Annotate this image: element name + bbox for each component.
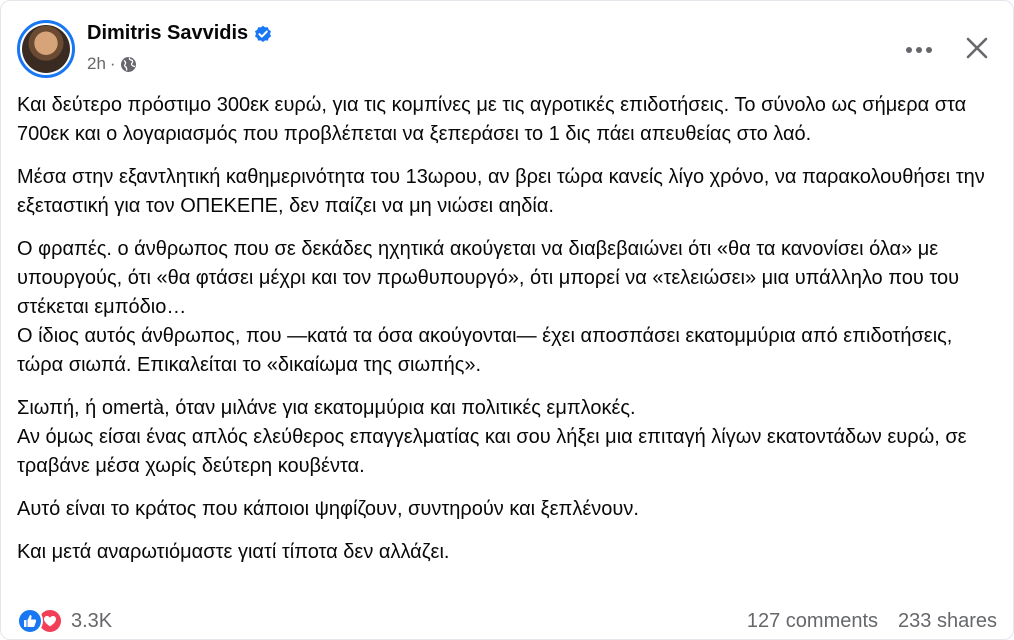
- author-name-row[interactable]: Dimitris Savvidis: [87, 22, 272, 45]
- reactions-count[interactable]: 3.3K: [71, 610, 112, 633]
- post-paragraph-5: Αυτό είναι το κράτος που κάποιοι ψηφίζου…: [17, 498, 639, 520]
- post-header: Dimitris Savvidis 2h ·: [17, 14, 997, 82]
- post-meta: 2h ·: [87, 54, 137, 74]
- reactions-summary[interactable]: 3.3K: [17, 608, 112, 634]
- post-paragraph-1: Και δεύτερο πρόστιμο 300εκ ευρώ, για τις…: [17, 94, 967, 145]
- author-avatar[interactable]: [17, 20, 75, 78]
- close-icon: [965, 36, 989, 65]
- like-reaction-icon: [17, 608, 43, 634]
- avatar-image: [22, 25, 70, 73]
- reaction-icons: [17, 608, 63, 634]
- close-button[interactable]: [957, 30, 997, 70]
- author-name[interactable]: Dimitris Savvidis: [87, 22, 248, 45]
- post-paragraph-3: Ο φραπές. ο άνθρωπος που σε δεκάδες ηχητ…: [17, 238, 960, 376]
- meta-separator: ·: [109, 54, 116, 73]
- comments-count[interactable]: 127 comments: [747, 610, 878, 633]
- post-time[interactable]: 2h: [87, 54, 106, 74]
- facebook-post: Dimitris Savvidis 2h · Και δεύτερο πρόστ…: [0, 0, 1014, 640]
- engagement-stats: 127 comments 233 shares: [747, 610, 997, 633]
- more-options-button[interactable]: [901, 32, 937, 68]
- post-body: Και δεύτερο πρόστιμο 300εκ ευρώ, για τις…: [17, 91, 989, 581]
- post-paragraph-6: Και μετά αναρωτιόμαστε γιατί τίποτα δεν …: [17, 541, 450, 563]
- post-paragraph-2: Μέσα στην εξαντλητική καθημερινότητα του…: [17, 166, 985, 217]
- verified-badge-icon: [254, 25, 272, 43]
- post-paragraph-4: Σιωπή, ή omertà, όταν μιλάνε για εκατομμ…: [17, 397, 967, 477]
- more-horizontal-icon: [905, 41, 933, 59]
- post-stats: 3.3K 127 comments 233 shares: [17, 605, 997, 637]
- globe-icon[interactable]: [120, 56, 137, 73]
- shares-count[interactable]: 233 shares: [898, 610, 997, 633]
